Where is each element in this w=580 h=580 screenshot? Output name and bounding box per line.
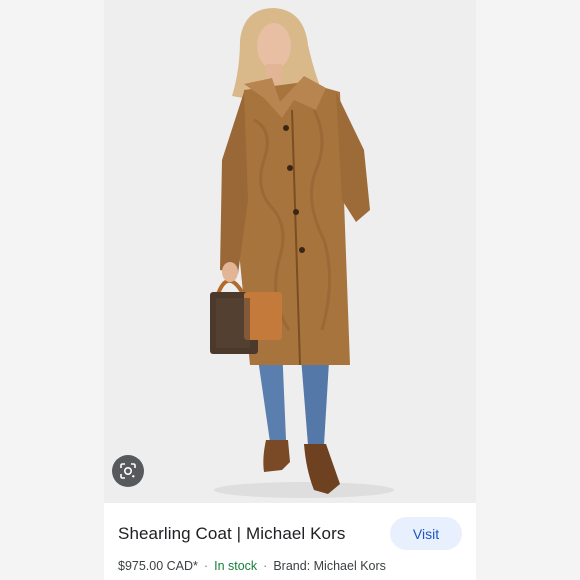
meta-separator: · <box>263 559 268 573</box>
product-illustration <box>104 0 476 503</box>
lens-search-button[interactable] <box>112 455 144 487</box>
product-card[interactable]: Shearling Coat | Michael Kors Visit $975… <box>104 0 476 580</box>
product-image[interactable] <box>104 0 476 503</box>
page: Shearling Coat | Michael Kors Visit $975… <box>0 0 580 580</box>
meta-separator: · <box>203 559 209 573</box>
product-brand: Brand: Michael Kors <box>273 559 386 573</box>
visit-button[interactable]: Visit <box>390 517 462 550</box>
product-price: $975.00 CAD* <box>118 559 198 573</box>
google-lens-icon <box>120 463 136 479</box>
product-meta: $975.00 CAD* · In stock · Brand: Michael Kor… <box>118 559 386 573</box>
stock-status: In stock <box>214 559 258 573</box>
product-info-panel: Shearling Coat | Michael Kors Visit $975… <box>104 503 476 580</box>
product-title[interactable]: Shearling Coat | Michael Kors <box>118 524 345 544</box>
